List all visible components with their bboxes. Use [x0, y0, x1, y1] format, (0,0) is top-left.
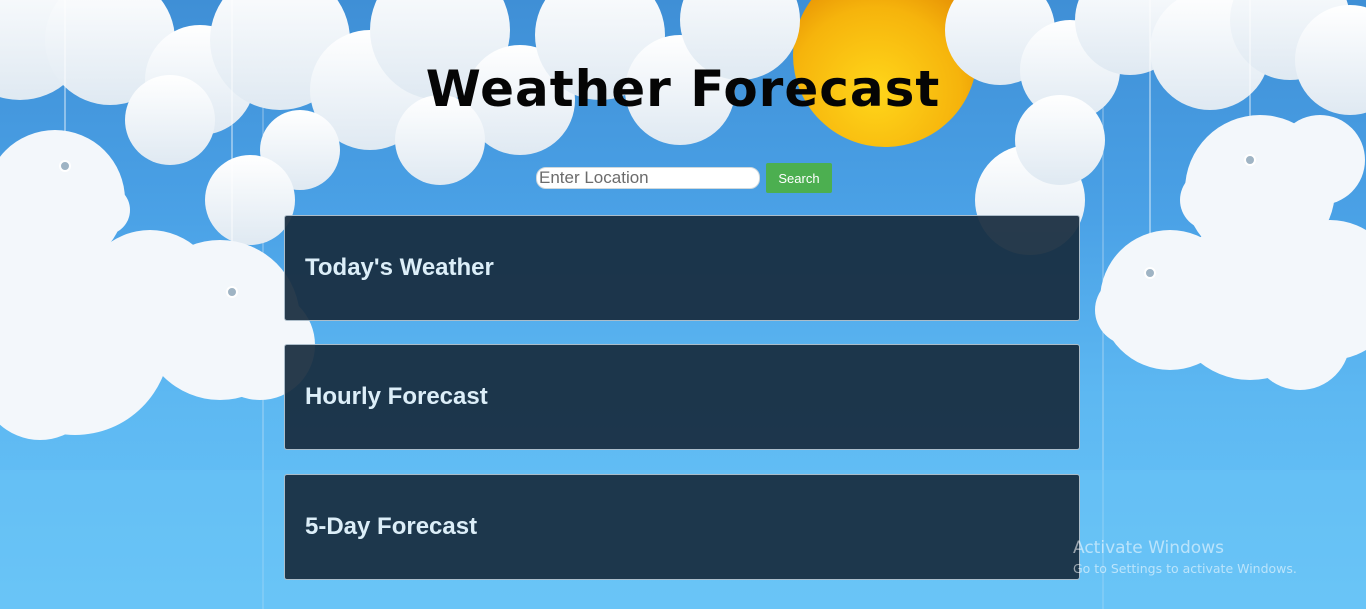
hourly-forecast-panel: Hourly Forecast: [284, 344, 1080, 450]
five-day-forecast-heading: 5-Day Forecast: [305, 513, 478, 540]
search-button[interactable]: Search: [766, 163, 832, 193]
hourly-forecast-heading: Hourly Forecast: [305, 383, 488, 410]
location-input[interactable]: [536, 167, 760, 189]
todays-weather-heading: Today's Weather: [305, 254, 494, 281]
page-title: Weather Forecast: [425, 60, 941, 118]
search-bar: Search: [536, 163, 832, 193]
watermark-subtitle: Go to Settings to activate Windows.: [1073, 561, 1297, 576]
windows-activation-watermark: Activate Windows Go to Settings to activ…: [1073, 538, 1297, 576]
watermark-title: Activate Windows: [1073, 538, 1224, 558]
five-day-forecast-panel: 5-Day Forecast: [284, 474, 1080, 580]
right-clouds: [1095, 115, 1366, 390]
todays-weather-panel: Today's Weather: [284, 215, 1080, 321]
